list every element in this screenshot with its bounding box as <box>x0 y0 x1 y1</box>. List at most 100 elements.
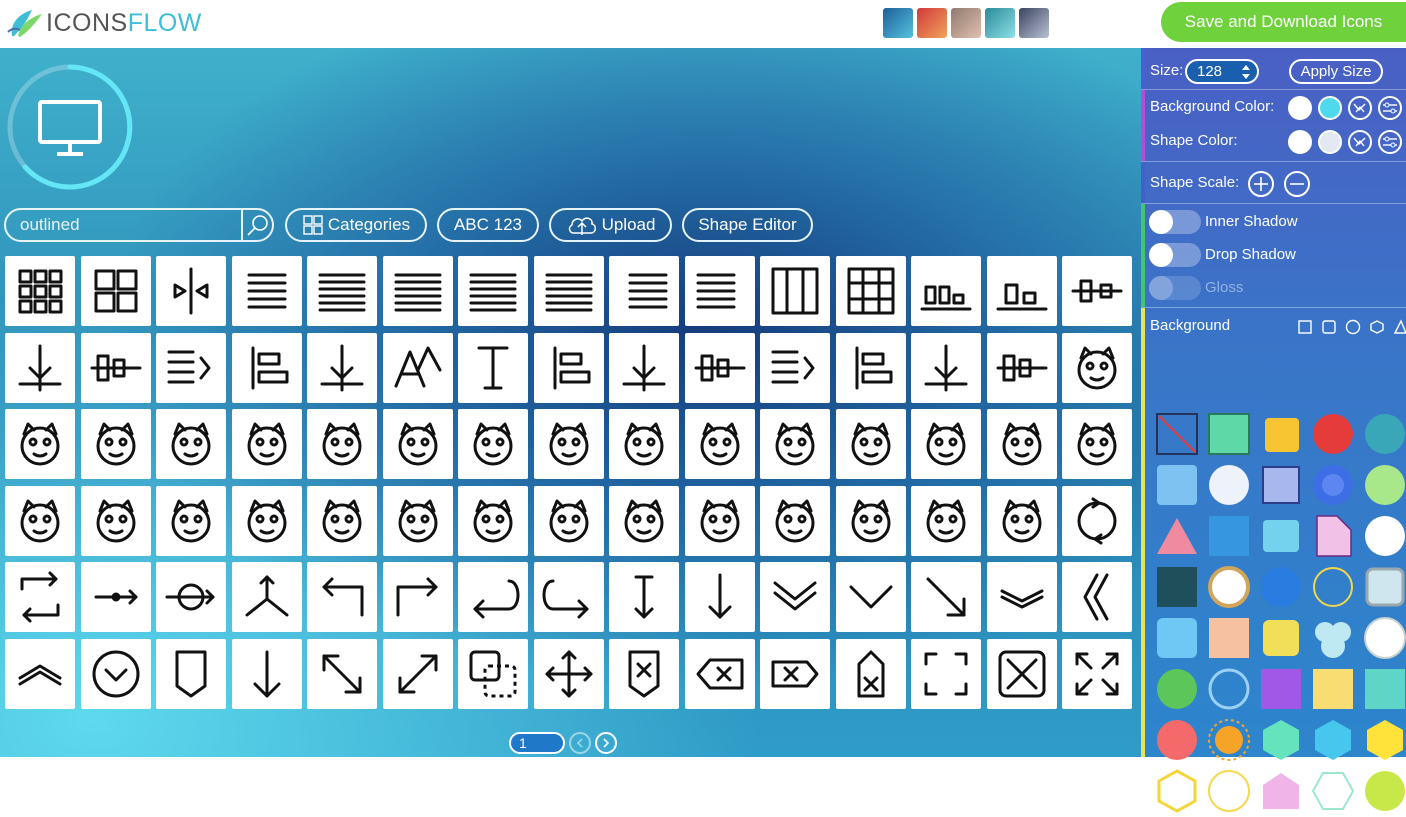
background-shape-option[interactable] <box>1151 714 1203 765</box>
background-shape-option[interactable] <box>1203 459 1255 510</box>
scale-down-button[interactable] <box>1284 171 1310 197</box>
theme-swatch-teal[interactable] <box>985 8 1015 38</box>
drop-shadow-toggle[interactable] <box>1149 243 1201 267</box>
bg-color-selected[interactable] <box>1318 96 1342 120</box>
icon-tile[interactable] <box>382 485 453 556</box>
background-shape-option[interactable] <box>1359 714 1406 765</box>
icon-tile[interactable] <box>1062 638 1132 709</box>
background-shape-option[interactable] <box>1203 765 1255 816</box>
background-shape-filters[interactable] <box>1297 318 1406 336</box>
icon-tile[interactable] <box>231 638 302 709</box>
icon-tile[interactable] <box>760 485 830 556</box>
icon-tile[interactable] <box>80 638 151 709</box>
background-shape-option[interactable] <box>1203 561 1255 612</box>
icon-tile[interactable] <box>609 638 679 709</box>
icon-tile[interactable] <box>458 485 528 556</box>
icon-tile[interactable] <box>609 409 679 479</box>
icon-tile[interactable] <box>5 409 75 479</box>
theme-swatch-sand[interactable] <box>951 8 981 38</box>
icon-tile[interactable] <box>835 332 906 403</box>
theme-swatch-slate[interactable] <box>1019 8 1049 38</box>
icon-tile[interactable] <box>307 256 377 326</box>
background-shape-option[interactable] <box>1203 408 1255 459</box>
search-button[interactable] <box>241 210 272 240</box>
save-download-button[interactable]: Save and Download Icons <box>1161 2 1406 42</box>
background-shape-option[interactable] <box>1307 459 1359 510</box>
icon-tile[interactable] <box>533 256 604 326</box>
background-shape-option[interactable] <box>1151 459 1203 510</box>
size-input[interactable]: 128 <box>1185 59 1259 84</box>
background-shape-option[interactable] <box>1151 612 1203 663</box>
icon-tile[interactable] <box>458 638 528 709</box>
icon-tile[interactable] <box>231 332 302 403</box>
icon-tile[interactable] <box>911 485 981 556</box>
icon-tile[interactable] <box>458 256 528 326</box>
icon-tile[interactable] <box>1062 256 1132 326</box>
background-shape-option[interactable] <box>1359 510 1406 561</box>
icon-tile[interactable] <box>1062 562 1132 632</box>
background-shape-option[interactable] <box>1307 663 1359 714</box>
icon-tile[interactable] <box>760 332 830 403</box>
icon-tile[interactable] <box>986 409 1057 479</box>
background-shape-option[interactable] <box>1359 612 1406 663</box>
page-number-input[interactable]: 1 <box>509 732 565 754</box>
icon-tile[interactable] <box>156 562 226 632</box>
icon-tile[interactable] <box>5 485 75 556</box>
icon-tile[interactable] <box>382 332 453 403</box>
icon-tile[interactable] <box>458 562 528 632</box>
icon-tile[interactable] <box>382 256 453 326</box>
shape-color-selected[interactable] <box>1318 130 1342 154</box>
icon-tile[interactable] <box>80 562 151 632</box>
background-shape-option[interactable] <box>1307 561 1359 612</box>
background-shape-option[interactable] <box>1203 612 1255 663</box>
inner-shadow-toggle[interactable] <box>1149 210 1201 234</box>
background-shape-option[interactable] <box>1307 408 1359 459</box>
background-shape-option[interactable] <box>1255 561 1307 612</box>
icon-tile[interactable] <box>911 332 981 403</box>
icon-tile[interactable] <box>382 409 453 479</box>
background-shape-option[interactable] <box>1255 459 1307 510</box>
theme-swatch-sunset[interactable] <box>917 8 947 38</box>
icon-tile[interactable] <box>986 485 1057 556</box>
background-shape-option[interactable] <box>1255 408 1307 459</box>
stepper-icon[interactable] <box>1241 64 1251 80</box>
bg-color-random-button[interactable] <box>1348 96 1372 120</box>
background-shape-option[interactable] <box>1255 663 1307 714</box>
background-shape-option[interactable] <box>1307 765 1359 816</box>
icon-tile[interactable] <box>609 256 679 326</box>
background-shape-option[interactable] <box>1203 663 1255 714</box>
icon-tile[interactable] <box>760 409 830 479</box>
background-shape-option[interactable] <box>1255 510 1307 561</box>
icon-tile[interactable] <box>80 485 151 556</box>
icon-tile[interactable] <box>986 562 1057 632</box>
icon-tile[interactable] <box>760 638 830 709</box>
icon-tile[interactable] <box>80 256 151 326</box>
icon-tile[interactable] <box>533 638 604 709</box>
icon-tile[interactable] <box>835 256 906 326</box>
icon-tile[interactable] <box>986 638 1057 709</box>
icon-tile[interactable] <box>307 332 377 403</box>
background-shape-option[interactable] <box>1203 714 1255 765</box>
icon-tile[interactable] <box>609 562 679 632</box>
bg-color-settings-button[interactable] <box>1378 96 1402 120</box>
icon-tile[interactable] <box>986 256 1057 326</box>
background-shape-option[interactable] <box>1307 714 1359 765</box>
next-page-button[interactable] <box>595 732 617 754</box>
background-shape-option[interactable] <box>1359 663 1406 714</box>
icon-tile[interactable] <box>760 562 830 632</box>
apply-size-button[interactable]: Apply Size <box>1289 59 1383 84</box>
background-shape-option[interactable] <box>1359 765 1406 816</box>
gloss-toggle[interactable] <box>1149 276 1201 300</box>
icon-tile[interactable] <box>382 638 453 709</box>
scale-up-button[interactable] <box>1248 171 1274 197</box>
icon-tile[interactable] <box>1062 332 1132 403</box>
icon-tile[interactable] <box>684 409 755 479</box>
prev-page-button[interactable] <box>569 732 591 754</box>
background-shape-option[interactable] <box>1255 765 1307 816</box>
theme-swatch-ocean[interactable] <box>883 8 913 38</box>
background-shape-option[interactable] <box>1359 408 1406 459</box>
abc-123-button[interactable]: ABC 123 <box>437 208 539 242</box>
shape-editor-button[interactable]: Shape Editor <box>682 208 813 242</box>
icon-tile[interactable] <box>231 256 302 326</box>
background-shape-option[interactable] <box>1151 510 1203 561</box>
